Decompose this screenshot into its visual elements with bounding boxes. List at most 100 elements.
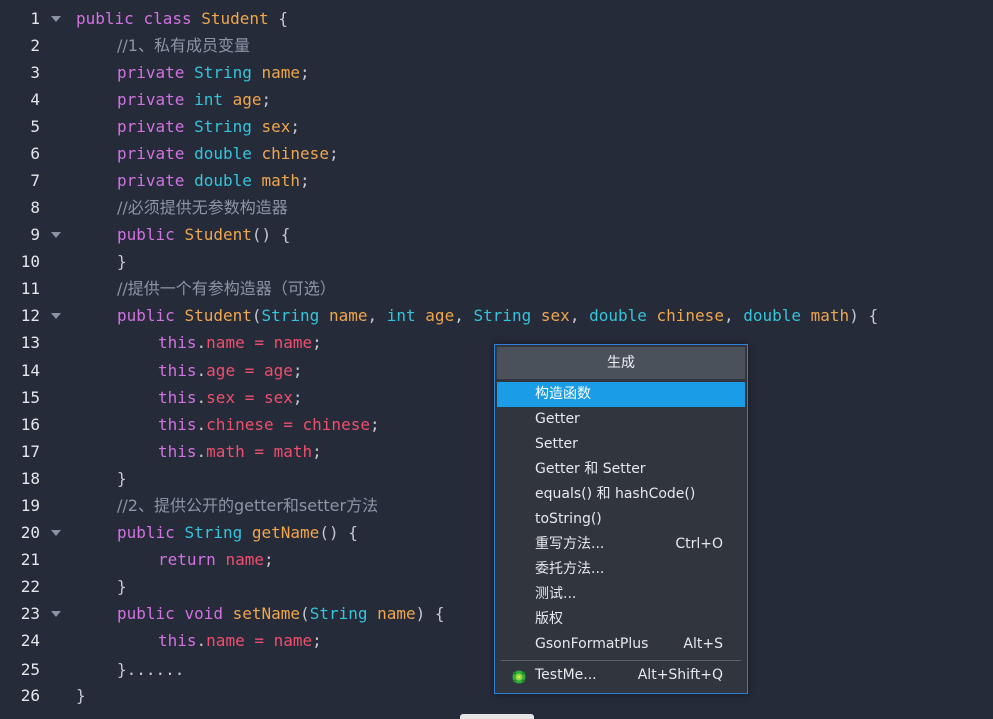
line-number: 4	[30, 90, 40, 109]
menu-item-test[interactable]: 测试...	[497, 582, 745, 607]
menu-item-label: GsonFormatPlus	[535, 636, 649, 652]
menu-item-shortcut: Ctrl+O	[675, 536, 723, 552]
line-number: 24	[20, 631, 40, 650]
menu-item-delegate-methods[interactable]: 委托方法...	[497, 557, 745, 582]
line-number: 1	[30, 9, 40, 28]
var-ref: sex	[264, 388, 293, 407]
menu-item-label: 构造函数	[535, 386, 591, 402]
code-line: 12 public Student(String name, int age, …	[0, 302, 993, 329]
line-number: 13	[20, 333, 40, 352]
field-ref: name	[206, 333, 245, 352]
line-number: 26	[20, 686, 40, 705]
menu-item-tostring[interactable]: toString()	[497, 507, 745, 532]
fold-arrow-icon[interactable]	[51, 313, 61, 319]
line-number: 9	[30, 225, 40, 244]
field-ref: name	[206, 631, 245, 650]
menu-item-label: Getter	[535, 411, 580, 427]
menu-item-testme[interactable]: TestMe... Alt+Shift+Q	[497, 663, 745, 688]
code-line: 4 private int age;	[0, 86, 993, 113]
keyword: private	[117, 90, 185, 109]
code-line: 3 private String name;	[0, 59, 993, 86]
type: double	[589, 306, 647, 325]
this-keyword: this	[158, 415, 197, 434]
keyword: private	[117, 63, 185, 82]
line-number: 20	[20, 523, 40, 542]
type: String	[473, 306, 532, 325]
fold-arrow-icon[interactable]	[51, 611, 61, 617]
menu-item-gsonformatplus[interactable]: GsonFormatPlus Alt+S	[497, 632, 745, 657]
comment: //2、提供公开的getter和setter方法	[117, 496, 379, 515]
type: String	[261, 306, 320, 325]
generate-popup-menu: 生成 构造函数 Getter Setter Getter 和 Setter eq…	[494, 344, 748, 694]
comment: //1、私有成员变量	[117, 36, 250, 55]
line-number: 11	[20, 279, 40, 298]
field-ref: math	[206, 442, 245, 461]
keyword: private	[117, 171, 185, 190]
keyword: private	[117, 117, 185, 136]
menu-item-getter[interactable]: Getter	[497, 407, 745, 432]
keyword: public	[117, 523, 175, 542]
param-name: sex	[540, 306, 570, 325]
line-number: 23	[20, 604, 40, 623]
menu-item-copyright[interactable]: 版权	[497, 607, 745, 632]
menu-item-equals-hashcode[interactable]: equals() 和 hashCode()	[497, 482, 745, 507]
code-line: 2 //1、私有成员变量	[0, 32, 993, 59]
param-name: name	[328, 306, 368, 325]
field-name: chinese	[261, 144, 329, 163]
menu-item-label: Setter	[535, 436, 578, 452]
class-name: Student	[201, 9, 269, 28]
type: String	[184, 523, 243, 542]
menu-item-getter-and-setter[interactable]: Getter 和 Setter	[497, 457, 745, 482]
menu-item-constructor[interactable]: 构造函数	[497, 382, 745, 407]
fold-arrow-icon[interactable]	[51, 530, 61, 536]
line-number: 10	[20, 252, 40, 271]
code-line: 5 private String sex;	[0, 113, 993, 140]
var-ref: name	[225, 550, 264, 569]
field-name: math	[261, 171, 301, 190]
line-number: 5	[30, 117, 40, 136]
menu-item-setter[interactable]: Setter	[497, 432, 745, 457]
param-name: age	[425, 306, 455, 325]
line-number: 21	[20, 550, 40, 569]
field-ref: age	[206, 361, 236, 380]
keyword: public	[117, 225, 175, 244]
param-name: name	[377, 604, 416, 623]
type: int	[194, 90, 223, 109]
this-keyword: this	[158, 631, 197, 650]
constructor-name: Student	[184, 225, 252, 244]
line-number: 15	[20, 388, 40, 407]
scrollbar-thumb[interactable]	[460, 714, 534, 719]
code-line: 8 //必须提供无参数构造器	[0, 194, 993, 221]
var-ref: name	[273, 333, 313, 352]
keyword: void	[184, 604, 223, 623]
line-number: 12	[20, 306, 40, 325]
var-ref: chinese	[302, 415, 370, 434]
line-number: 14	[20, 361, 40, 380]
keyword: public	[117, 604, 175, 623]
fold-arrow-icon[interactable]	[51, 16, 61, 22]
line-number: 18	[20, 469, 40, 488]
menu-item-override-methods[interactable]: 重写方法... Ctrl+O	[497, 532, 745, 557]
type: int	[386, 306, 416, 325]
param-name: chinese	[656, 306, 724, 325]
line-number: 8	[30, 198, 40, 217]
var-ref: age	[264, 361, 293, 380]
fold-arrow-icon[interactable]	[51, 232, 61, 238]
type: String	[309, 604, 368, 623]
line-number: 17	[20, 442, 40, 461]
this-keyword: this	[158, 442, 197, 461]
field-ref: chinese	[206, 415, 274, 434]
keyword: public	[76, 9, 134, 28]
type: String	[194, 63, 252, 82]
comment: //必须提供无参数构造器	[117, 198, 288, 217]
keyword: private	[117, 144, 185, 163]
line-number: 16	[20, 415, 40, 434]
this-keyword: this	[158, 388, 197, 407]
line-number: 25	[20, 660, 40, 679]
menu-title: 生成	[497, 347, 745, 379]
line-number: 2	[30, 36, 40, 55]
code-line: 1 public class Student {	[0, 5, 993, 32]
keyword: return	[158, 550, 216, 569]
menu-item-label: TestMe...	[535, 667, 597, 683]
menu-item-label: 版权	[535, 611, 563, 627]
